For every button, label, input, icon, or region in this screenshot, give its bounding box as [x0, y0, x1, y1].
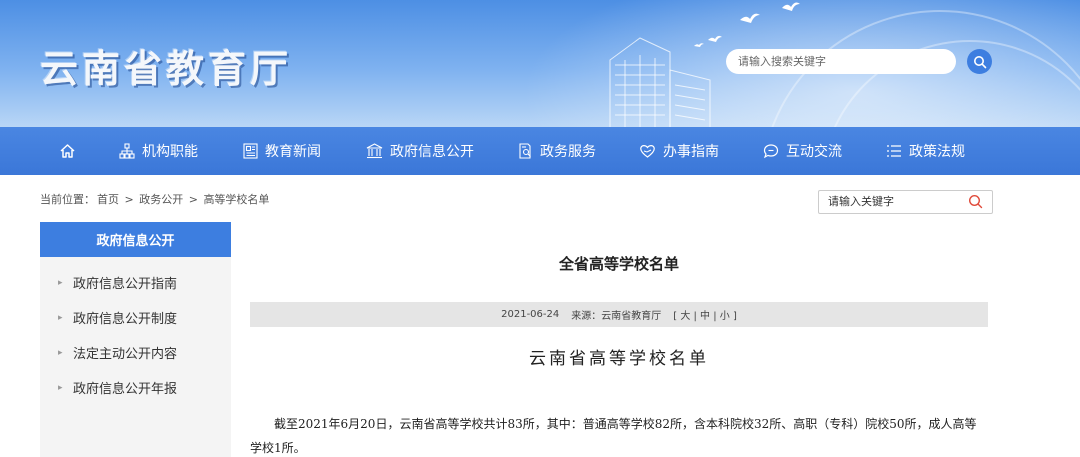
publish-date: 2021-06-24	[501, 309, 560, 320]
nav-label: 机构职能	[142, 144, 198, 160]
main-nav: 机构职能 教育新闻 政府信息公开 政务服务 办事指南 互动交流 政策法规	[0, 127, 1080, 175]
sidebar-item-guide[interactable]: ▸ 政府信息公开指南	[40, 265, 231, 300]
chevron-right-icon: ▸	[58, 347, 63, 358]
chevron-right-icon: ▸	[58, 312, 63, 323]
nav-item-gov-info[interactable]: 政府信息公开	[366, 127, 474, 175]
search-icon[interactable]	[968, 194, 983, 209]
document-search-icon	[519, 143, 531, 159]
search-button[interactable]	[967, 49, 992, 74]
breadcrumb-item-home[interactable]: 首页	[97, 193, 119, 206]
font-size-switcher[interactable]: [ 大 | 中 | 小 ]	[673, 307, 737, 322]
nav-item-org[interactable]: 机构职能	[119, 127, 198, 175]
article-meta: 2021-06-24 来源：云南省教育厅 [ 大 | 中 | 小 ]	[250, 302, 988, 327]
newspaper-icon	[243, 143, 258, 159]
chevron-right-icon: ▸	[58, 382, 63, 393]
chat-bubble-icon	[763, 144, 779, 159]
side-search-input[interactable]: 请输入关键字	[818, 190, 993, 214]
sidebar-item-label: 政府信息公开制度	[73, 312, 178, 327]
site-title: 云南省教育厅	[40, 47, 293, 91]
nav-item-guide[interactable]: 办事指南	[639, 127, 719, 175]
government-building-icon	[366, 143, 383, 159]
nav-item-interaction[interactable]: 互动交流	[763, 127, 842, 175]
org-chart-icon	[119, 143, 135, 159]
article-title: 全省高等学校名单	[558, 255, 679, 273]
nav-label: 互动交流	[786, 144, 842, 160]
chevron-right-icon: ▸	[58, 277, 63, 288]
sidebar-item-system[interactable]: ▸ 政府信息公开制度	[40, 300, 231, 335]
nav-item-policy[interactable]: 政策法规	[886, 127, 965, 175]
sidebar-item-annual-report[interactable]: ▸ 政府信息公开年报	[40, 370, 231, 405]
document-title: 云南省高等学校名单	[529, 349, 709, 369]
nav-label: 政府信息公开	[390, 144, 474, 160]
document-body: 截至2021年6月20日，云南省高等学校共计83所，其中：普通高等学校82所，含…	[250, 417, 977, 455]
sidebar-item-label: 法定主动公开内容	[73, 347, 178, 362]
nav-item-services[interactable]: 政务服务	[518, 127, 596, 175]
breadcrumb-prefix: 当前位置：	[40, 193, 95, 206]
nav-item-news[interactable]: 教育新闻	[243, 127, 321, 175]
sidebar-list: ▸ 政府信息公开指南 ▸ 政府信息公开制度 ▸ 法定主动公开内容 ▸ 政府信息公…	[40, 257, 231, 457]
sidebar-heading: 政府信息公开	[40, 222, 231, 257]
search-icon	[973, 55, 986, 68]
search-input[interactable]: 请输入搜索关键字	[726, 49, 956, 74]
breadcrumb-item-current[interactable]: 高等学校名单	[203, 193, 269, 206]
nav-label: 教育新闻	[265, 144, 321, 160]
home-icon	[60, 144, 75, 158]
article-source: 来源：云南省教育厅	[571, 311, 662, 322]
sidebar-item-label: 政府信息公开年报	[73, 382, 178, 397]
nav-label: 政策法规	[909, 144, 965, 160]
breadcrumb: 当前位置： 首页 > 政务公开 > 高等学校名单	[40, 191, 271, 207]
nav-label: 办事指南	[663, 144, 719, 160]
nav-label: 政务服务	[540, 144, 596, 160]
nav-item-home[interactable]	[59, 127, 83, 175]
sidebar-item-statutory[interactable]: ▸ 法定主动公开内容	[40, 335, 231, 370]
sidebar-item-label: 政府信息公开指南	[73, 277, 178, 292]
breadcrumb-separator: >	[188, 193, 198, 206]
list-icon	[887, 145, 901, 157]
header-banner: 云南省教育厅 请输入搜索关键字	[0, 0, 1080, 127]
breadcrumb-item-gov-affairs[interactable]: 政务公开	[139, 193, 183, 206]
heart-hand-icon	[640, 145, 655, 158]
breadcrumb-separator: >	[124, 193, 134, 206]
